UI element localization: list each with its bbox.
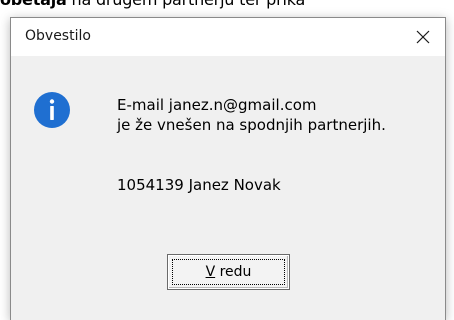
background-text-rest: na drugem partnerju ter prika [67, 0, 306, 9]
partner-entry: 1054139 Janez Novak [117, 176, 281, 194]
close-icon [416, 30, 430, 44]
close-button[interactable] [401, 18, 445, 56]
title-bar[interactable]: Obvestilo [11, 18, 445, 56]
message-line-2: je že vnešen na spodnjih partnerjih. [117, 116, 386, 134]
background-text: obetaja na drugem partnerju ter prika [0, 0, 454, 10]
ok-accelerator: V [205, 264, 216, 280]
background-text-bold: obetaja [0, 0, 67, 9]
ok-label-rest: redu [215, 264, 252, 280]
message-line-1: E-mail janez.n@gmail.com [117, 96, 317, 114]
ok-button[interactable]: V redu [167, 254, 290, 290]
message-dialog: Obvestilo E-mail janez.n@gmail.com je že… [10, 17, 446, 320]
info-icon [33, 91, 71, 129]
dialog-title: Obvestilo [25, 28, 91, 44]
message-text: E-mail janez.n@gmail.com je že vnešen na… [117, 95, 386, 135]
ok-button-label: V redu [206, 264, 252, 280]
